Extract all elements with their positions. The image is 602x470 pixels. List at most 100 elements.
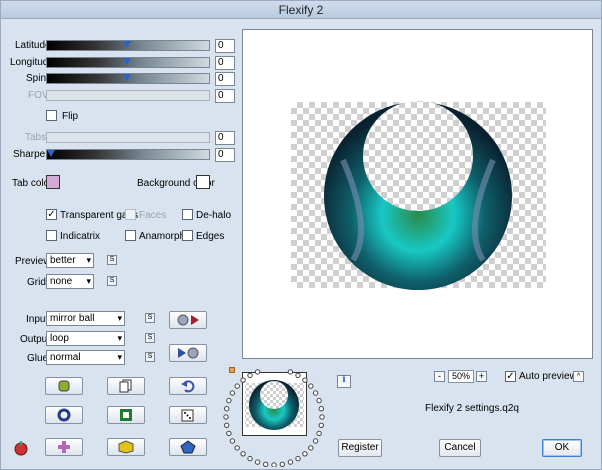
latitude-value[interactable]: 0 xyxy=(215,39,235,53)
preview-s-button[interactable]: S xyxy=(107,255,117,265)
open-preset-button[interactable] xyxy=(45,377,83,395)
longitude-thumb[interactable] xyxy=(123,57,131,68)
settings-filename: Flexify 2 settings.q2q xyxy=(425,403,519,414)
auto-preview-checkbox[interactable]: ✓ xyxy=(505,371,516,382)
ring-dot xyxy=(254,459,261,465)
ring-dot xyxy=(312,438,319,444)
indicatrix-checkbox[interactable] xyxy=(46,230,57,241)
ring-dot xyxy=(271,462,277,467)
undo-button[interactable] xyxy=(169,377,207,395)
fov-slider[interactable] xyxy=(46,90,210,101)
de-halo-label: De-halo xyxy=(196,210,232,221)
longitude-slider[interactable] xyxy=(46,57,210,68)
ring-icon xyxy=(57,408,71,422)
ring-dot xyxy=(279,461,285,467)
longitude-value[interactable]: 0 xyxy=(215,56,235,70)
ring-shape-button[interactable] xyxy=(45,406,83,424)
output-s-button[interactable]: S xyxy=(145,333,155,343)
cube-shape-button[interactable] xyxy=(107,438,145,456)
ring-dot xyxy=(287,369,294,375)
ring-dot xyxy=(316,397,322,404)
cross-icon xyxy=(58,441,70,453)
ring-dot xyxy=(234,445,240,451)
square-shape-button[interactable] xyxy=(107,406,145,424)
ring-dot xyxy=(263,461,269,467)
ring-dot xyxy=(240,451,246,457)
input-select[interactable]: mirror ball ▾ xyxy=(46,311,125,326)
ring-dot xyxy=(234,383,240,389)
tabs-value[interactable]: 0 xyxy=(215,131,235,145)
ring-dot xyxy=(318,406,325,412)
swap-to-output-button[interactable] xyxy=(169,311,207,329)
zoom-out-button[interactable]: - xyxy=(434,371,445,382)
ring-dot xyxy=(229,438,236,444)
preview-canvas[interactable] xyxy=(242,29,593,359)
edges-label: Edges xyxy=(196,231,225,242)
ring-dot xyxy=(302,451,308,457)
zoom-in-button[interactable]: + xyxy=(476,371,487,382)
swap-to-input-button[interactable] xyxy=(169,344,207,362)
latitude-slider[interactable] xyxy=(46,40,210,51)
flip-checkbox[interactable] xyxy=(46,110,57,121)
ring-dot xyxy=(254,369,261,375)
sharpen-thumb[interactable] xyxy=(47,149,55,160)
ring-dot xyxy=(229,390,236,396)
fov-value[interactable]: 0 xyxy=(215,89,235,103)
background-color-swatch[interactable] xyxy=(196,175,210,189)
zoom-level[interactable]: 50% xyxy=(448,370,474,383)
barrel-icon xyxy=(58,380,70,392)
input-s-button[interactable]: S xyxy=(145,313,155,323)
anamorph-checkbox[interactable] xyxy=(125,230,136,241)
latitude-thumb[interactable] xyxy=(123,40,131,51)
faces-checkbox[interactable] xyxy=(125,209,136,220)
ok-button[interactable]: OK xyxy=(542,439,582,457)
edges-checkbox[interactable] xyxy=(182,230,193,241)
sharpen-slider[interactable] xyxy=(46,149,210,160)
flip-label: Flip xyxy=(62,111,79,122)
ring-dot xyxy=(226,397,232,404)
spin-thumb[interactable] xyxy=(123,73,131,84)
pentagon-shape-button[interactable] xyxy=(169,438,207,456)
grid-select[interactable]: none ▾ xyxy=(46,274,94,289)
info-button[interactable]: i xyxy=(337,375,351,388)
tabs-slider[interactable] xyxy=(46,132,210,143)
sharpen-value[interactable]: 0 xyxy=(215,148,235,162)
faces-label: Faces xyxy=(139,210,167,221)
cancel-button[interactable]: Cancel xyxy=(439,439,481,457)
de-halo-checkbox[interactable] xyxy=(182,209,193,220)
input-label: Input xyxy=(26,314,49,325)
ring-dot xyxy=(226,430,232,437)
preview-quality-select[interactable]: better ▾ xyxy=(46,253,94,268)
collapse-button[interactable]: ^ xyxy=(573,371,584,382)
grid-s-button[interactable]: S xyxy=(107,276,117,286)
ring-dot xyxy=(295,455,301,462)
tab-color-swatch[interactable] xyxy=(46,175,60,189)
glue-select[interactable]: normal ▾ xyxy=(46,350,125,365)
glue-s-button[interactable]: S xyxy=(145,352,155,362)
spin-slider[interactable] xyxy=(46,73,210,84)
transparent-gaps-checkbox[interactable]: ✓ xyxy=(46,209,57,220)
random-button[interactable] xyxy=(169,406,207,424)
square-icon xyxy=(120,409,132,421)
spin-label: Spin xyxy=(26,73,47,84)
apple-icon xyxy=(12,440,30,459)
ring-dot xyxy=(318,422,325,428)
register-button[interactable]: Register xyxy=(338,439,382,457)
flexify-window: Flexify 2 Latitude 0 Longitude 0 Spin 0 … xyxy=(0,0,602,470)
window-title: Flexify 2 xyxy=(1,1,601,19)
ring-dot xyxy=(240,377,246,383)
ring-dot xyxy=(287,459,294,465)
ring-dot xyxy=(247,455,253,462)
cross-shape-button[interactable] xyxy=(45,438,83,456)
grid-label: Grid xyxy=(27,277,46,288)
pentagon-icon xyxy=(180,440,196,454)
ring-dot xyxy=(295,372,301,379)
ring-dot xyxy=(224,406,230,412)
output-select[interactable]: loop ▾ xyxy=(46,331,125,346)
ring-dot xyxy=(224,422,230,428)
indicatrix-label: Indicatrix xyxy=(60,231,101,242)
spin-value[interactable]: 0 xyxy=(215,72,235,86)
swap-right-icon xyxy=(177,314,199,326)
copy-button[interactable] xyxy=(107,377,145,395)
dice-icon xyxy=(181,409,194,422)
